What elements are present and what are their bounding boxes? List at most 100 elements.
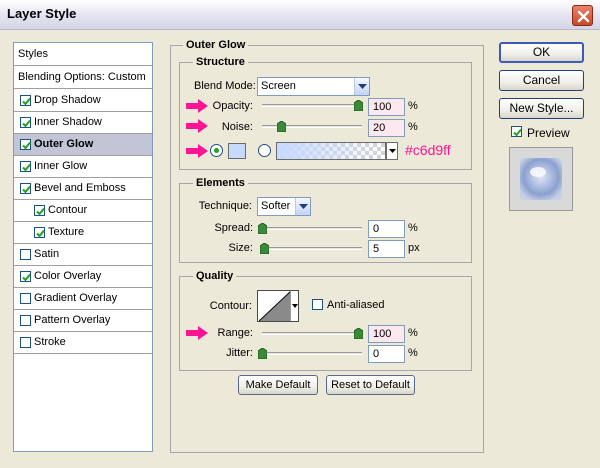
cancel-button[interactable]: Cancel [499, 70, 584, 91]
checkmark-icon [22, 97, 31, 106]
style-item-checkbox[interactable] [20, 293, 31, 304]
checkmark-icon [22, 119, 31, 128]
range-slider-thumb[interactable] [353, 327, 364, 340]
checkmark-icon [22, 273, 31, 282]
style-item-satin[interactable]: Satin [14, 244, 152, 266]
style-item-checkbox[interactable] [20, 161, 31, 172]
technique-label: Technique: [198, 200, 252, 212]
chevron-down-icon [295, 198, 310, 215]
elements-title: Elements [193, 177, 248, 189]
layer-style-dialog: Layer Style Styles Blending Options: Cus… [0, 0, 600, 468]
opacity-slider-track[interactable] [262, 104, 362, 107]
preview-checkbox[interactable] [511, 126, 522, 137]
size-slider-track[interactable] [262, 247, 362, 250]
range-label: Range: [217, 327, 253, 339]
jitter-slider-track[interactable] [262, 352, 362, 355]
style-item-drop-shadow[interactable]: Drop Shadow [14, 90, 152, 112]
styles-header-label: Styles [18, 48, 48, 60]
jitter-slider-thumb[interactable] [257, 347, 268, 360]
style-item-checkbox[interactable] [34, 227, 45, 238]
jitter-value: 0 [373, 348, 380, 360]
range-value: 100 [373, 328, 392, 340]
reset-to-default-button[interactable]: Reset to Default [326, 375, 415, 395]
style-item-gradient-overlay[interactable]: Gradient Overlay [14, 288, 152, 310]
blend-mode-label: Blend Mode: [194, 80, 256, 92]
style-item-checkbox[interactable] [20, 183, 31, 194]
title-bar: Layer Style [0, 0, 600, 30]
style-preview-thumbnail [509, 147, 573, 211]
structure-title: Structure [193, 56, 248, 68]
anti-aliased-checkbox[interactable] [312, 299, 323, 310]
style-item-color-overlay[interactable]: Color Overlay [14, 266, 152, 288]
style-item-texture[interactable]: Texture [14, 222, 152, 244]
noise-input[interactable]: 20 [368, 119, 405, 137]
opacity-input[interactable]: 100 [368, 98, 405, 116]
chevron-down-icon [292, 304, 298, 308]
blending-options-item[interactable]: Blending Options: Custom [14, 66, 152, 89]
window-title: Layer Style [7, 6, 77, 21]
style-item-stroke[interactable]: Stroke [14, 332, 152, 354]
jitter-input[interactable]: 0 [368, 345, 405, 363]
noise-slider-thumb[interactable] [276, 120, 287, 133]
range-slider-track[interactable] [262, 332, 362, 335]
style-item-checkbox[interactable] [20, 249, 31, 260]
gradient-radio[interactable] [258, 144, 271, 157]
blend-mode-select[interactable]: Screen [257, 77, 370, 96]
style-item-checkbox[interactable] [20, 95, 31, 106]
opacity-slider-thumb[interactable] [353, 99, 364, 112]
noise-label: Noise: [221, 121, 253, 133]
style-item-checkbox[interactable] [20, 337, 31, 348]
technique-select[interactable]: Softer [257, 197, 311, 216]
gradient-dropdown[interactable] [386, 142, 398, 160]
style-item-label: Satin [34, 248, 60, 260]
spread-unit: % [408, 222, 418, 234]
blend-mode-value: Screen [261, 80, 296, 92]
style-item-label: Bevel and Emboss [34, 182, 126, 194]
pink-arrow-icon [186, 144, 208, 161]
spread-slider-thumb[interactable] [257, 222, 268, 235]
new-style-button[interactable]: New Style... [499, 98, 584, 119]
ok-button[interactable]: OK [499, 42, 584, 63]
style-item-label: Contour [48, 204, 88, 216]
style-item-label: Gradient Overlay [34, 292, 118, 304]
checkmark-icon [22, 163, 31, 172]
jitter-unit: % [408, 347, 418, 359]
checkmark-icon [36, 229, 45, 238]
spread-slider-track[interactable] [262, 227, 362, 230]
contour-picker[interactable] [257, 290, 299, 322]
anti-aliased-label: Anti-aliased [327, 299, 385, 311]
size-input[interactable]: 5 [368, 240, 405, 258]
style-item-inner-glow[interactable]: Inner Glow [14, 156, 152, 178]
style-item-label: Inner Glow [34, 160, 88, 172]
style-item-checkbox[interactable] [20, 117, 31, 128]
color-annotation: #c6d9ff [405, 142, 451, 158]
spread-value: 0 [373, 223, 380, 235]
panel-title: Outer Glow [183, 39, 249, 51]
glow-color-swatch[interactable] [228, 143, 246, 159]
quality-title: Quality [193, 270, 237, 282]
gradient-picker[interactable] [276, 142, 386, 160]
style-item-checkbox[interactable] [34, 205, 45, 216]
style-item-bevel-and-emboss[interactable]: Bevel and Emboss [14, 178, 152, 200]
style-item-label: Outer Glow [34, 138, 94, 150]
style-item-contour[interactable]: Contour [14, 200, 152, 222]
style-item-outer-glow[interactable]: Outer Glow [14, 134, 152, 156]
range-input[interactable]: 100 [368, 325, 405, 343]
checkmark-icon [22, 141, 31, 150]
style-item-checkbox[interactable] [20, 139, 31, 150]
blending-options-label: Blending Options: Custom [18, 71, 146, 83]
make-default-button[interactable]: Make Default [238, 375, 318, 395]
contour-dropdown[interactable] [290, 291, 298, 321]
style-item-pattern-overlay[interactable]: Pattern Overlay [14, 310, 152, 332]
size-unit: px [408, 242, 420, 254]
style-item-inner-shadow[interactable]: Inner Shadow [14, 112, 152, 134]
style-item-checkbox[interactable] [20, 315, 31, 326]
size-slider-thumb[interactable] [259, 242, 270, 255]
jitter-label: Jitter: [226, 347, 253, 359]
spread-input[interactable]: 0 [368, 220, 405, 238]
solid-color-radio[interactable] [210, 144, 223, 157]
styles-header[interactable]: Styles [14, 43, 152, 66]
close-button[interactable] [572, 5, 593, 26]
contour-label: Contour: [209, 300, 252, 312]
style-item-checkbox[interactable] [20, 271, 31, 282]
